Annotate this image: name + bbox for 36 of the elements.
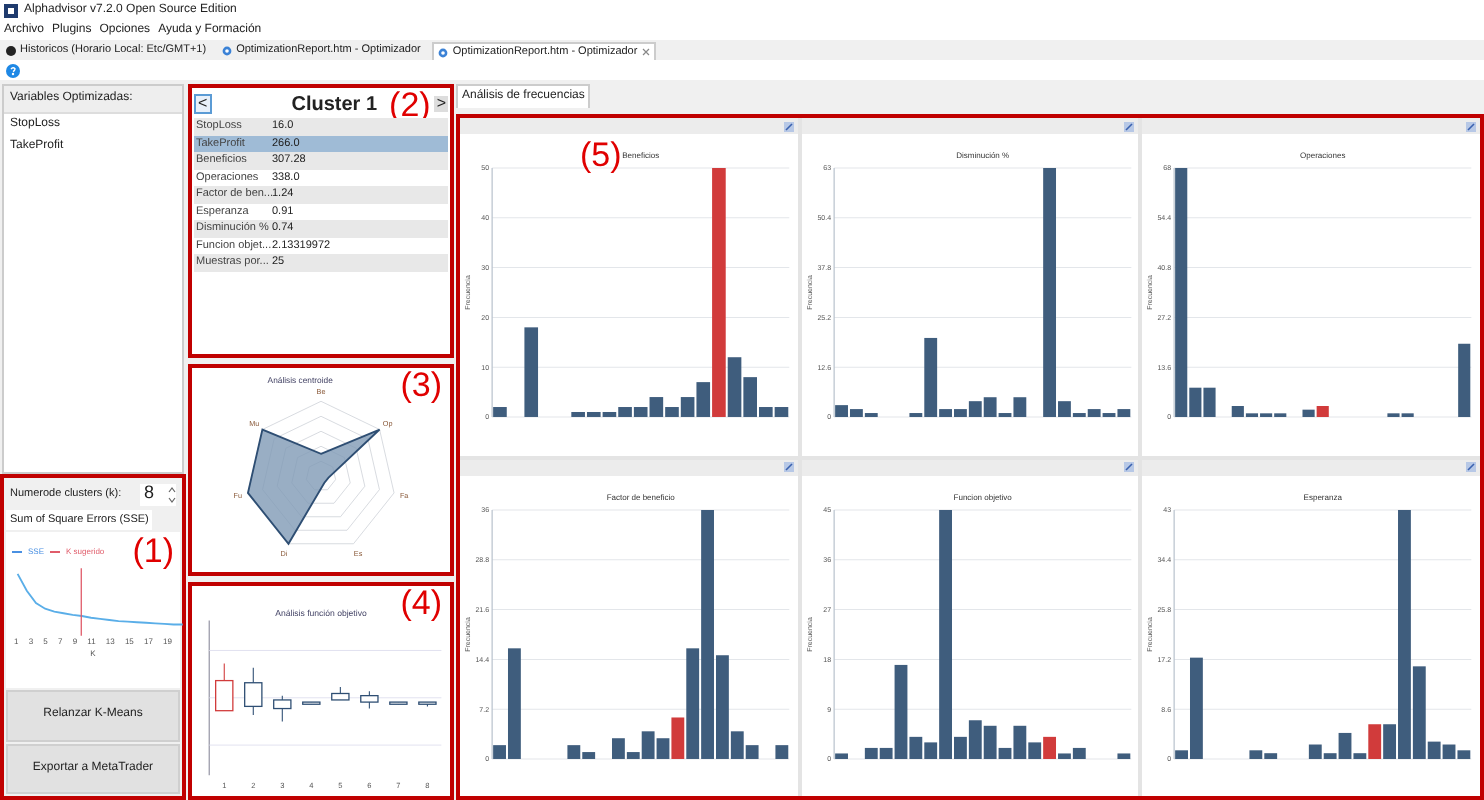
box-plot-box	[273, 694, 292, 722]
histogram-bar	[1116, 752, 1130, 758]
cluster-count-spinner[interactable]: 8	[140, 483, 176, 505]
box-plot-box	[389, 700, 408, 705]
spinner-arrows-icon[interactable]	[168, 485, 176, 503]
annotation-label: (3)	[400, 367, 442, 402]
histogram-bar	[524, 327, 539, 417]
legend-line-icon	[50, 549, 61, 554]
annotation-label: (1)	[132, 534, 174, 569]
radar-shape	[246, 427, 381, 545]
popout-icon[interactable]	[783, 121, 794, 131]
help-icon[interactable]	[6, 63, 20, 77]
box-plot-box	[418, 700, 437, 707]
annotation-label: (5)	[580, 138, 622, 172]
box-plot-box	[302, 700, 321, 705]
database-icon	[6, 46, 16, 56]
legend-line-icon	[12, 549, 22, 554]
histogram-bar	[834, 752, 848, 758]
cluster-title: Cluster 1	[289, 91, 378, 119]
popout-icon[interactable]	[1466, 462, 1476, 472]
annotation-label: (4)	[400, 585, 442, 620]
previous-cluster-button[interactable]: <	[194, 94, 212, 114]
popout-icon[interactable]	[783, 462, 794, 472]
box-plot-box	[244, 666, 263, 715]
histogram-bar	[1458, 343, 1471, 417]
box-plot-box	[331, 685, 350, 700]
histogram-bar	[493, 407, 507, 417]
histogram-bar	[775, 744, 789, 758]
box-plot-box	[360, 690, 379, 709]
popout-icon[interactable]	[1466, 121, 1476, 131]
next-cluster-button[interactable]: >	[434, 96, 448, 112]
gear-icon	[222, 46, 233, 56]
popout-icon[interactable]	[1124, 121, 1135, 131]
close-icon[interactable]	[641, 48, 650, 56]
box-plot-box	[215, 662, 234, 711]
popout-icon[interactable]	[1124, 462, 1135, 472]
